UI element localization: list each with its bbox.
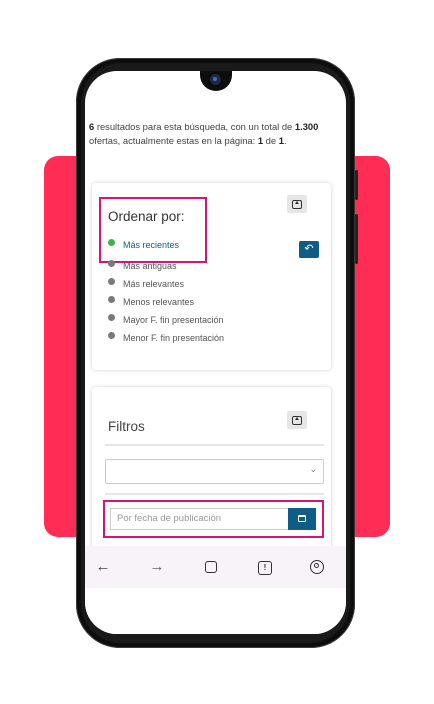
phone-screen: 6 resultados para esta búsqueda, con un … <box>85 71 346 634</box>
order-option-mas-relevantes[interactable]: Más relevantes <box>108 277 184 291</box>
undo-arrow-icon[interactable]: ↶ <box>299 241 319 258</box>
order-option-label: Menos relevantes <box>123 297 195 307</box>
camera-notch <box>200 71 232 91</box>
dot-icon <box>108 313 115 321</box>
order-option-label: Mayor F. fin presentación <box>123 315 224 325</box>
order-option-menos-relevantes[interactable]: Menos relevantes <box>108 295 194 309</box>
results-summary: 6 resultados para esta búsqueda, con un … <box>89 120 344 147</box>
order-option-menor-fin[interactable]: Menor F. fin presentación <box>108 331 224 345</box>
order-option-mayor-fin[interactable]: Mayor F. fin presentación <box>108 313 224 327</box>
account-icon[interactable] <box>310 560 324 574</box>
home-icon[interactable] <box>205 561 217 573</box>
dot-icon <box>108 277 115 285</box>
info-icon[interactable]: ! <box>258 561 272 575</box>
order-option-mas-antiguas[interactable]: Más antiguas <box>108 259 177 273</box>
results-total: 1.300 <box>294 121 319 132</box>
filter-select[interactable]: ⌄ <box>105 459 324 484</box>
back-arrow-icon[interactable]: ← <box>93 558 113 576</box>
calendar-icon[interactable] <box>288 508 316 530</box>
phone-frame: 6 resultados para esta búsqueda, con un … <box>76 58 358 648</box>
order-option-mas-recientes[interactable]: Más recientes <box>108 238 179 252</box>
gesture-area <box>85 588 346 634</box>
active-dot-icon <box>108 238 115 246</box>
order-card: Ordenar por: Más recientes ↶ Más antigua… <box>92 183 331 370</box>
order-option-label: Más antiguas <box>123 261 177 271</box>
volume-button <box>355 170 358 200</box>
browser-navbar: ← → ! <box>85 546 346 588</box>
order-option-label: Menor F. fin presentación <box>123 333 225 343</box>
order-option-label: Más relevantes <box>123 279 185 289</box>
dot-icon <box>108 259 115 267</box>
order-title: Ordenar por: <box>108 209 185 224</box>
results-text: . <box>283 134 287 146</box>
power-button <box>355 214 358 264</box>
forward-arrow-icon[interactable]: → <box>147 558 167 576</box>
order-option-label: Más recientes <box>123 240 180 250</box>
order-highlight-box <box>99 197 207 263</box>
camera-icon <box>210 74 221 85</box>
chevron-down-icon: ⌄ <box>309 464 317 474</box>
results-text: ofertas, actualmente estas en la página: <box>89 134 258 146</box>
divider <box>105 493 324 495</box>
collapse-up-icon[interactable] <box>287 195 307 213</box>
results-text: resultados para esta búsqueda, con un to… <box>94 121 295 132</box>
publication-date-input[interactable]: Por fecha de publicación <box>110 508 288 530</box>
dot-icon <box>108 331 115 339</box>
dot-icon <box>108 295 115 303</box>
divider <box>105 444 324 446</box>
collapse-up-icon[interactable] <box>287 411 307 429</box>
results-text: de <box>263 134 279 146</box>
filters-title: Filtros <box>108 419 145 434</box>
